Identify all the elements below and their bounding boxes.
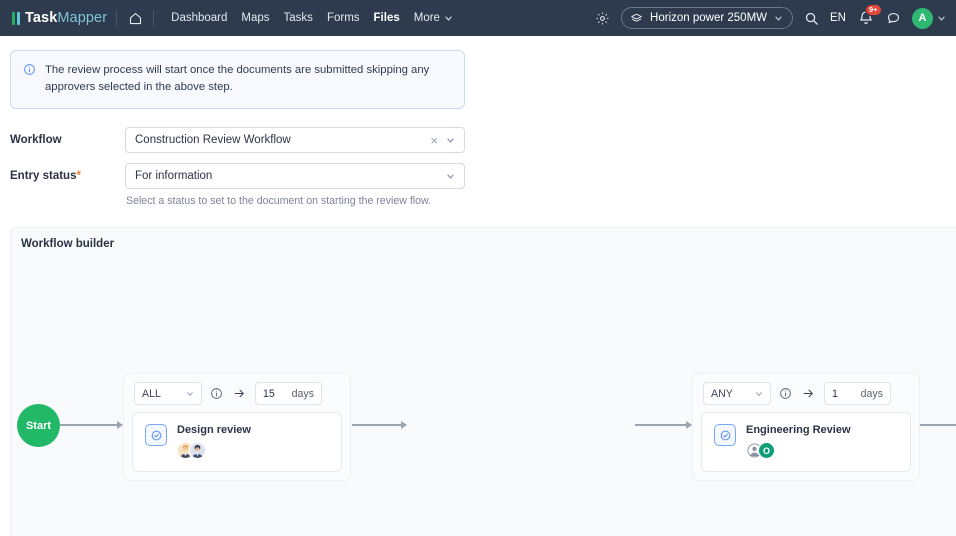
workflow-label: Workflow [10,134,62,147]
chevron-down-icon [447,174,454,179]
chevron-down-icon [756,392,762,396]
workflow-select-value: Construction Review Workflow [135,134,291,147]
entry-status-label: Entry status* [10,163,125,182]
entry-status-select[interactable]: For information [125,163,465,190]
nav-item-more[interactable]: More [414,12,453,24]
nav-item-tasks[interactable]: Tasks [284,12,313,24]
top-navigation-bar: TaskMapper Dashboard Maps Tasks Forms Fi… [0,0,956,36]
divider [153,9,155,27]
group-1-days-unit: days [291,387,314,400]
required-marker: * [76,170,81,183]
step-name: Design review [177,424,251,437]
workflow-group-1[interactable]: ALL 15 days Design review [123,373,351,482]
form-row-entry-status: Entry status* For information Select a s… [10,163,956,207]
app-name: TaskMapper [25,10,107,26]
user-menu[interactable]: A [912,7,946,29]
avatar[interactable]: A [912,7,933,29]
nav-item-dashboard[interactable]: Dashboard [171,12,227,24]
app-logo[interactable]: TaskMapper [12,10,107,26]
chevron-down-icon [187,392,193,396]
start-node[interactable]: Start [17,404,60,448]
group-3-days-value: 1 [832,387,838,400]
group-1-header: ALL 15 days [132,382,342,406]
entry-status-help-text: Select a status to set to the document o… [126,195,432,208]
connector-start-to-group-1 [60,421,123,430]
nav-item-files[interactable]: Files [374,12,400,24]
entry-status-select-value: For information [135,170,213,183]
divider [116,9,118,27]
logo-bars-icon [12,11,20,25]
nav-item-forms[interactable]: Forms [327,12,360,24]
notification-badge: 9+ [865,4,882,16]
arrow-right-icon [231,387,247,400]
step-assignees: O [746,442,898,460]
avatar[interactable]: O [758,442,775,460]
workflow-select[interactable]: Construction Review Workflow × [125,127,465,154]
check-circle-icon [145,424,167,447]
person-photo-icon [190,443,205,459]
step-card[interactable]: Engineering Review O [701,412,911,473]
info-banner: The review process will start once the d… [10,50,465,110]
arrow-right-icon [800,387,816,400]
layers-icon [631,13,642,22]
chat-bubble-icon[interactable] [886,11,901,26]
group-3-days-input[interactable]: 1 days [824,382,891,406]
group-1-days-input[interactable]: 15 days [255,382,322,406]
group-3-days-unit: days [860,387,883,400]
check-circle-icon [714,424,736,447]
review-form: Workflow Construction Review Workflow × … [0,127,956,207]
info-icon [24,64,35,75]
nav-item-maps[interactable]: Maps [241,12,269,24]
gear-icon[interactable] [595,11,610,26]
main-nav: Dashboard Maps Tasks Forms Files More [171,12,453,24]
close-icon[interactable]: × [430,134,438,147]
chevron-down-icon [775,16,782,20]
page-content: The review process will start once the d… [0,50,956,536]
group-3-header: ANY 1 days [701,382,911,406]
connector-group-2-to-group-3 [635,421,692,430]
brand-primary: Task [25,10,58,26]
chevron-down-icon [938,16,945,20]
info-banner-text: The review process will start once the d… [45,64,430,94]
chevron-down-icon [447,138,454,143]
project-selector[interactable]: Horizon power 250MW [621,7,794,29]
chevron-down-icon [445,16,452,20]
language-selector[interactable]: EN [830,12,846,24]
info-circle-icon [211,388,222,400]
search-icon[interactable] [804,11,819,26]
form-row-workflow: Workflow Construction Review Workflow × [10,127,956,154]
notifications-button[interactable]: 9+ [857,4,882,27]
project-selector-value: Horizon power 250MW [650,12,768,24]
info-circle-icon [780,388,791,400]
bell-icon: 9+ [857,4,882,27]
group-3-approval-mode-select[interactable]: ANY [703,382,771,406]
brand-secondary: Mapper [57,10,108,26]
avatar-initial: O [762,445,770,456]
group-1-approval-mode-value: ALL [142,387,161,400]
step-assignees [177,442,329,460]
top-right-actions: Horizon power 250MW EN 9+ A [595,4,946,29]
avatar[interactable] [189,442,206,460]
workflow-group-3[interactable]: ANY 1 days Engineering Review O [692,373,920,482]
home-icon[interactable] [126,9,144,27]
connector-group-1-to-group-2 [352,421,407,430]
group-1-days-value: 15 [263,387,275,400]
entry-status-label-text: Entry status [10,170,77,183]
step-name: Engineering Review [746,424,851,437]
workflow-builder: Workflow builder Start ALL 15 days Desig… [10,227,956,536]
group-1-approval-mode-select[interactable]: ALL [134,382,202,406]
nav-more-label: More [413,12,440,24]
step-card[interactable]: Design review [132,412,342,473]
workflow-canvas[interactable]: Start ALL 15 days Design review ANY 1 da… [11,228,956,536]
group-3-approval-mode-value: ANY [711,387,733,400]
connector-group-3-to-next [917,424,956,427]
